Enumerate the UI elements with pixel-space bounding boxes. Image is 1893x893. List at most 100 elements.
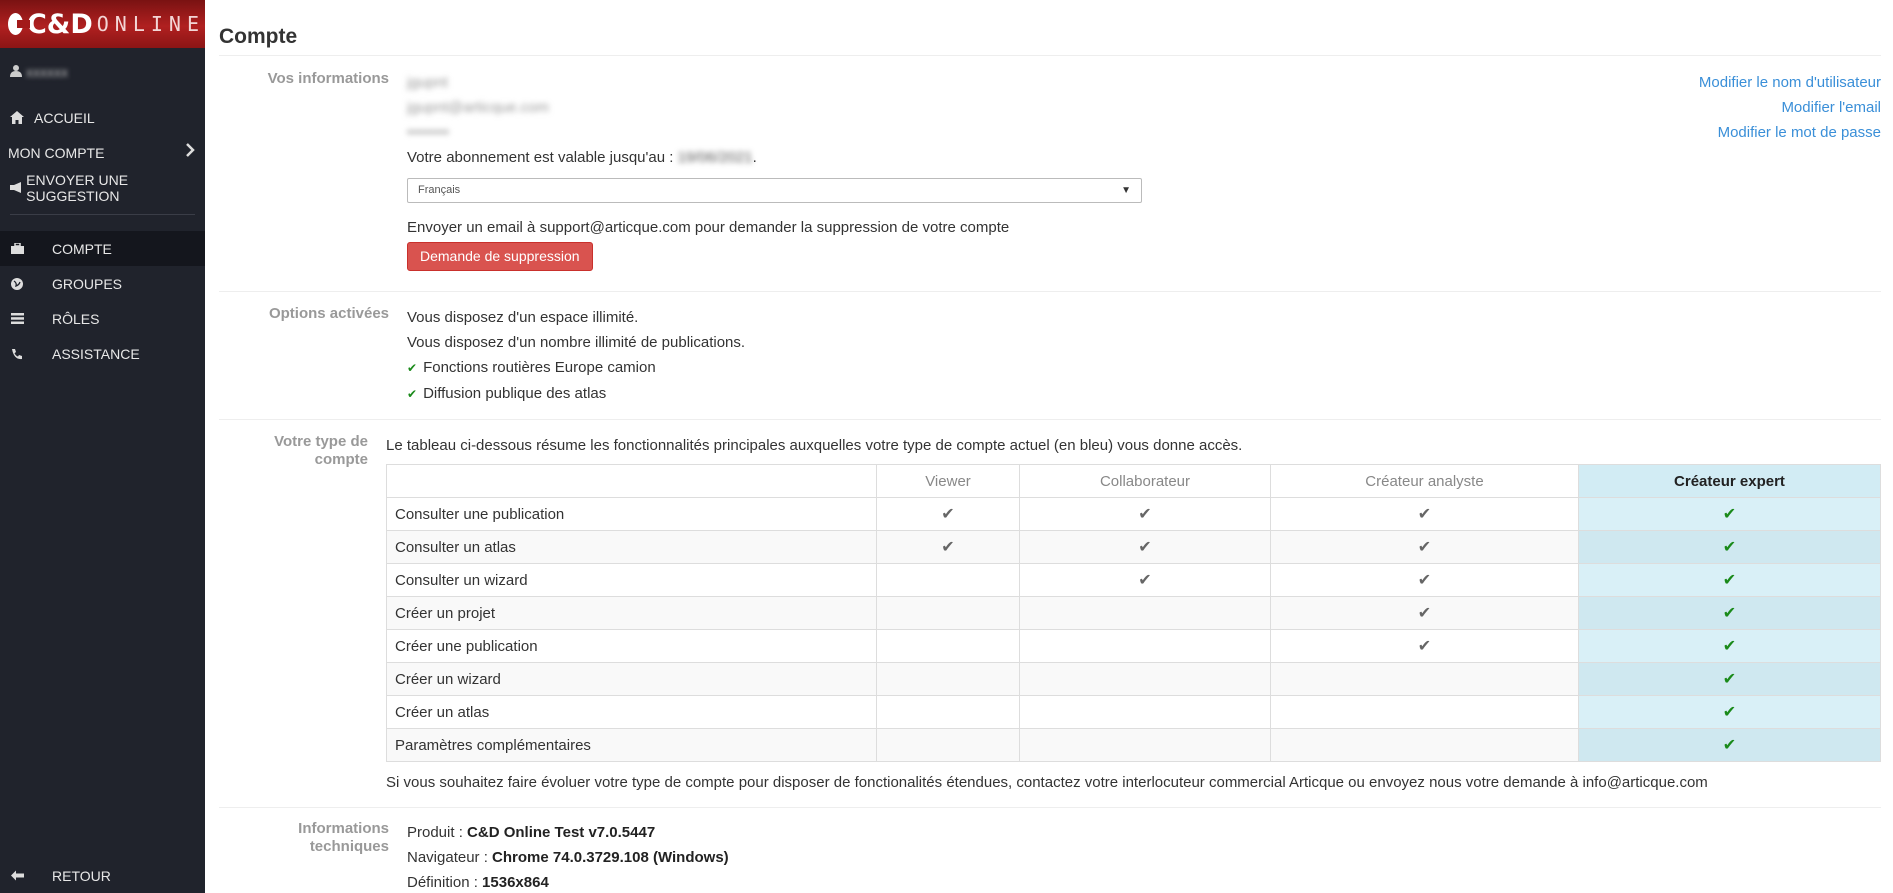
main-content: Compte Vos informations jgupnt jgupnt@ar…: [205, 0, 1893, 893]
arrow-left-icon: [8, 870, 26, 881]
feature-name: Consulter un wizard: [386, 563, 877, 597]
nav-accueil-label: ACCUEIL: [34, 109, 95, 126]
empty-cell: [1270, 662, 1579, 696]
empty-cell: [876, 728, 1020, 762]
empty-cell: [876, 563, 1020, 597]
edit-password-link[interactable]: Modifier le mot de passe: [1661, 120, 1881, 145]
sidebar: C&D ONLINE xxxxxx ACCUEIL MON COMPTE ENV…: [0, 0, 205, 893]
check-icon: ✔: [1578, 530, 1881, 564]
table-row: Créer une publication ✔ ✔: [386, 629, 1881, 663]
empty-cell: [1270, 728, 1579, 762]
app-logo[interactable]: C&D ONLINE: [0, 0, 205, 48]
feature-table: Viewer Collaborateur Créateur analyste C…: [386, 464, 1881, 762]
empty-cell: [876, 596, 1020, 630]
check-icon: ✔: [1270, 563, 1579, 597]
section-label: Options activées: [268, 305, 389, 322]
col-createur-analyste: Créateur analyste: [1270, 464, 1579, 498]
section-options: Options activées Vous disposez d'un espa…: [219, 292, 1881, 420]
user-row[interactable]: xxxxxx: [0, 48, 205, 96]
check-icon: ✔: [1019, 497, 1271, 531]
check-icon: ✔: [1578, 695, 1881, 729]
option-line: Vous disposez d'un nombre illimité de pu…: [407, 334, 746, 351]
nav-groupes[interactable]: GROUPES: [0, 266, 205, 301]
table-row: Créer un wizard ✔: [386, 662, 1881, 696]
col-collaborateur: Collaborateur: [1019, 464, 1271, 498]
check-icon: ✔: [1578, 563, 1881, 597]
sidebar-divider: [10, 214, 195, 215]
feature-name: Consulter un atlas: [386, 530, 877, 564]
nav-retour[interactable]: RETOUR: [0, 858, 205, 893]
dropdown-arrow-icon: ▼: [1121, 185, 1131, 196]
edit-email-link[interactable]: Modifier l'email: [1661, 95, 1881, 120]
section-label: Vos informations: [267, 70, 389, 87]
feature-name: Créer une publication: [386, 629, 877, 663]
nav-assistance[interactable]: ASSISTANCE: [0, 336, 205, 371]
empty-cell: [1019, 596, 1271, 630]
empty-cell: [876, 629, 1020, 663]
password-value: ••••••••: [407, 124, 450, 141]
empty-cell: [876, 662, 1020, 696]
empty-cell: [1019, 662, 1271, 696]
username-value: jgupnt: [407, 74, 448, 91]
nav-roles[interactable]: RÔLES: [0, 301, 205, 336]
nav-roles-label: RÔLES: [52, 310, 100, 327]
feature-name: Consulter une publication: [386, 497, 877, 531]
empty-cell: [1270, 695, 1579, 729]
table-row: Paramètres complémentaires ✔: [386, 728, 1881, 762]
check-icon: ✔: [1578, 596, 1881, 630]
check-icon: ✔: [407, 361, 418, 375]
subscription-date: 19/06/2021: [677, 149, 753, 166]
section-account-type: Votre type de compte Le tableau ci-desso…: [219, 420, 1881, 808]
empty-cell: [876, 695, 1020, 729]
account-type-footer: Si vous souhaitez faire évoluer votre ty…: [386, 774, 1708, 791]
check-icon: ✔: [1019, 530, 1271, 564]
feature-name: Créer un projet: [386, 596, 877, 630]
empty-cell: [1019, 629, 1271, 663]
col-createur-expert: Créateur expert: [1578, 464, 1881, 498]
nav-compte-label: COMPTE: [52, 240, 112, 257]
language-selected: Français: [418, 184, 461, 196]
nav-groupes-label: GROUPES: [52, 275, 123, 292]
check-icon: ✔: [1270, 497, 1579, 531]
nav-mon-compte[interactable]: MON COMPTE: [0, 135, 205, 170]
nav-compte[interactable]: COMPTE: [0, 231, 205, 266]
nav-suggestion[interactable]: ENVOYER UNE SUGGESTION: [0, 170, 205, 205]
check-icon: ✔: [1578, 662, 1881, 696]
nav-suggestion-label: ENVOYER UNE SUGGESTION: [26, 171, 129, 204]
tech-browser: Navigateur : Chrome 74.0.3729.108 (Windo…: [407, 849, 729, 866]
table-row: Consulter un wizard ✔ ✔ ✔: [386, 563, 1881, 597]
language-select[interactable]: Français ▼: [407, 178, 1142, 203]
check-icon: ✔: [1578, 728, 1881, 762]
option-checked-item: ✔ Diffusion publique des atlas: [407, 385, 607, 402]
option-checked-item: ✔ Fonctions routières Europe camion: [407, 359, 656, 376]
list-icon: [8, 313, 26, 324]
delete-account-text: Envoyer un email à support@articque.com …: [407, 219, 1010, 236]
tech-product: Produit : C&D Online Test v7.0.5447: [407, 824, 656, 841]
account-type-intro: Le tableau ci-dessous résume les fonctio…: [386, 437, 1243, 454]
nav-mon-compte-label: MON COMPTE: [8, 144, 105, 161]
tech-resolution: Définition : 1536x864: [407, 874, 549, 891]
nav-assistance-label: ASSISTANCE: [52, 345, 140, 362]
check-icon: ✔: [1270, 530, 1579, 564]
table-row: Créer un atlas ✔: [386, 695, 1881, 729]
check-icon: ✔: [876, 497, 1020, 531]
page-title: Compte: [219, 25, 1881, 56]
email-value: jgupnt@articque.com: [407, 99, 549, 116]
check-icon: ✔: [407, 387, 418, 401]
delete-request-button[interactable]: Demande de suppression: [407, 242, 593, 271]
check-icon: ✔: [1578, 497, 1881, 531]
check-icon: ✔: [1019, 563, 1271, 597]
feature-name: Créer un wizard: [386, 662, 877, 696]
globe-icon: [8, 277, 26, 290]
nav-accueil[interactable]: ACCUEIL: [0, 100, 205, 135]
briefcase-icon: [8, 243, 26, 254]
feature-name: Créer un atlas: [386, 695, 877, 729]
option-line: Vous disposez d'un espace illimité.: [407, 309, 639, 326]
feature-name: Paramètres complémentaires: [386, 728, 877, 762]
section-tech: Informations techniques Produit : C&D On…: [219, 808, 1881, 893]
chevron-right-icon: [186, 143, 195, 162]
subscription-text: Votre abonnement est valable jusqu'au : …: [407, 149, 757, 166]
edit-username-link[interactable]: Modifier le nom d'utilisateur: [1661, 70, 1881, 95]
logo-text: C&D: [26, 8, 93, 40]
subscription-prefix: Votre abonnement est valable jusqu'au :: [407, 149, 674, 166]
